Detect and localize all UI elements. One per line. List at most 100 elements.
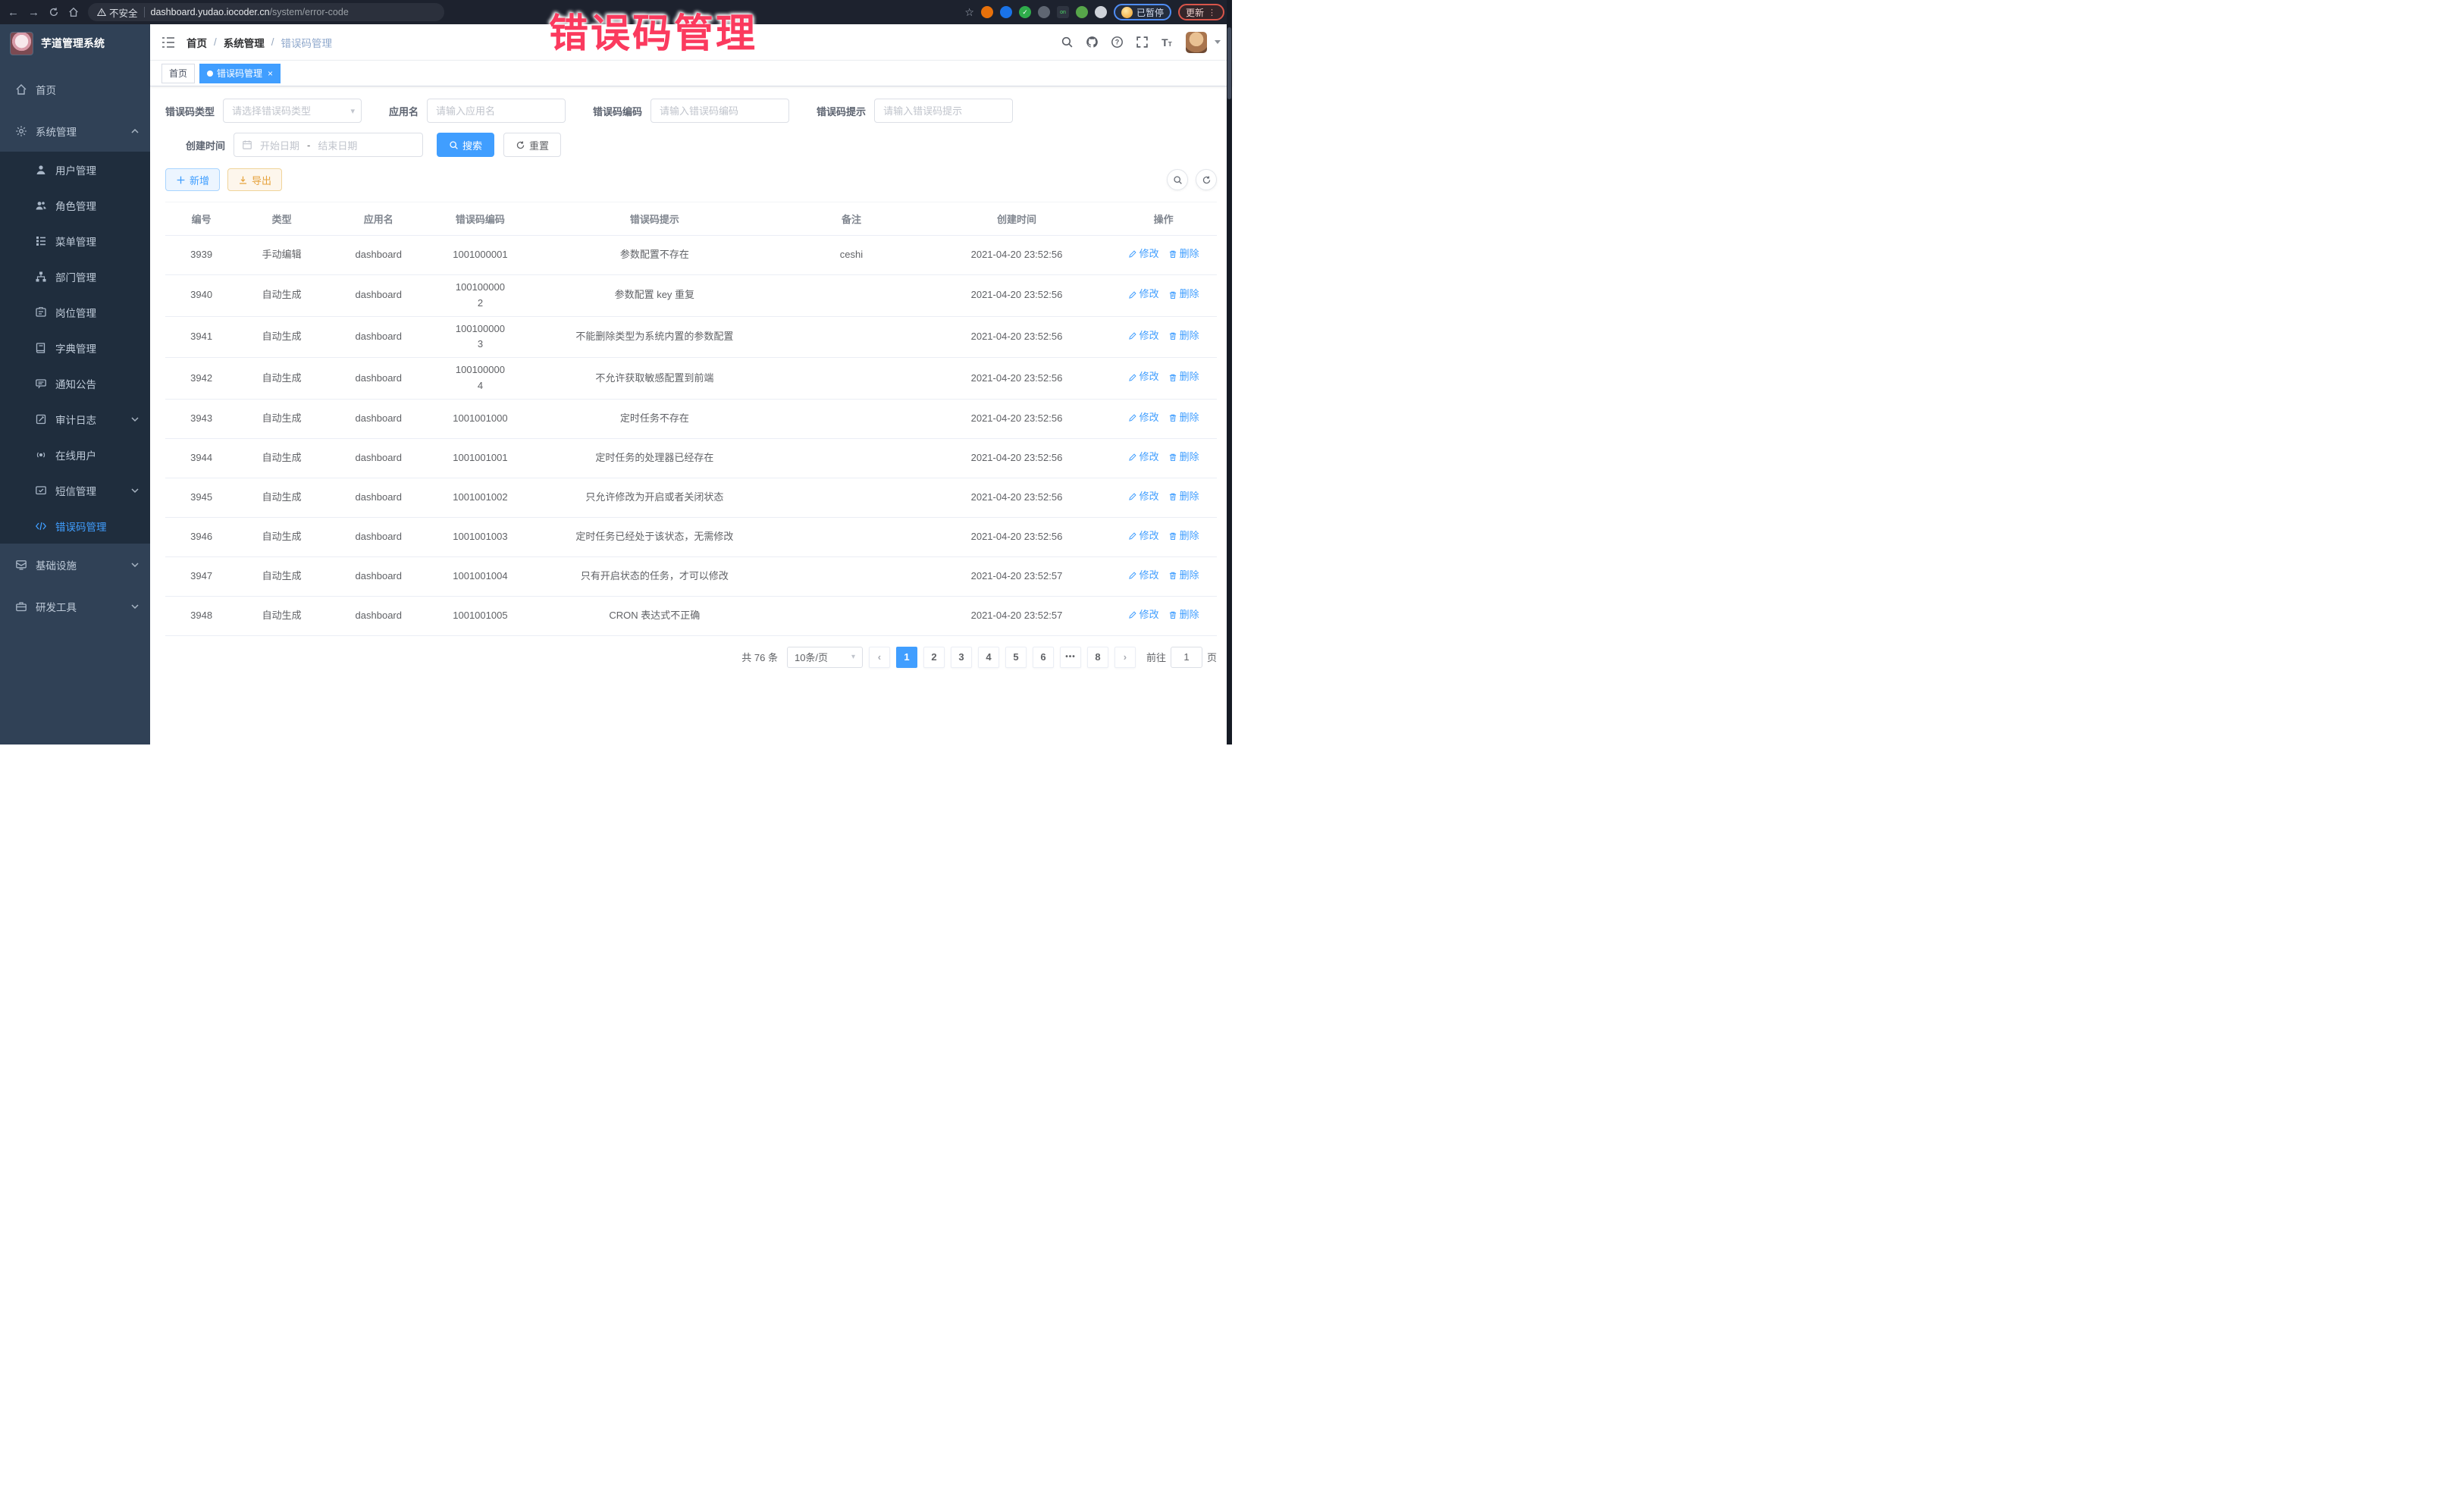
browser-forward-icon[interactable]: → <box>28 7 39 18</box>
sidebar-item-在线用户[interactable]: 在线用户 <box>0 437 150 472</box>
sidebar-item-通知公告[interactable]: 通知公告 <box>0 365 150 401</box>
browser-home-icon[interactable] <box>68 7 79 17</box>
sidebar-item-角色管理[interactable]: 角色管理 <box>0 187 150 223</box>
page-button-3[interactable]: 3 <box>951 647 972 668</box>
page-button-4[interactable]: 4 <box>978 647 999 668</box>
user-avatar[interactable] <box>1186 32 1207 53</box>
extension-icon[interactable] <box>981 6 993 18</box>
delete-link[interactable]: 删除 <box>1168 287 1199 303</box>
edit-link[interactable]: 修改 <box>1128 287 1159 303</box>
add-button[interactable]: 新增 <box>165 168 220 191</box>
page-button-6[interactable]: 6 <box>1033 647 1054 668</box>
edit-link[interactable]: 修改 <box>1128 568 1159 584</box>
tag-错误码管理[interactable]: 错误码管理× <box>199 64 281 83</box>
edit-link[interactable]: 修改 <box>1128 246 1159 262</box>
sidebar-item-用户管理[interactable]: 用户管理 <box>0 152 150 187</box>
error-type-select[interactable]: ▾ <box>223 99 362 123</box>
profile-paused-badge[interactable]: 已暂停 <box>1114 4 1171 20</box>
tag-首页[interactable]: 首页 <box>161 64 195 83</box>
delete-link[interactable]: 删除 <box>1168 568 1199 584</box>
address-bar[interactable]: 不安全 dashboard.yudao.iocoder.cn/system/er… <box>88 3 444 21</box>
delete-link[interactable]: 删除 <box>1168 246 1199 262</box>
sidebar-item-字典管理[interactable]: 字典管理 <box>0 330 150 365</box>
next-page-button[interactable]: › <box>1114 647 1136 668</box>
github-icon[interactable] <box>1086 36 1099 49</box>
edit-link[interactable]: 修改 <box>1128 489 1159 505</box>
cell-code: 1001000001 <box>431 236 530 275</box>
cell-id: 3939 <box>165 236 237 275</box>
hamburger-icon[interactable] <box>161 36 175 49</box>
extension-icon[interactable]: on <box>1057 6 1069 18</box>
export-button[interactable]: 导出 <box>227 168 282 191</box>
table-row: 3939手动编辑dashboard1001000001参数配置不存在ceshi2… <box>165 236 1217 275</box>
page-button-8[interactable]: 8 <box>1087 647 1108 668</box>
sidebar-item-错误码管理[interactable]: 错误码管理 <box>0 508 150 544</box>
delete-link[interactable]: 删除 <box>1168 369 1199 385</box>
sidebar-item-部门管理[interactable]: 部门管理 <box>0 259 150 294</box>
browser-scrollbar[interactable] <box>1227 0 1232 744</box>
sidebar-item-系统管理[interactable]: 系统管理 <box>0 110 150 152</box>
date-range-picker[interactable]: 开始日期 - 结束日期 <box>234 133 423 157</box>
error-hint-input[interactable] <box>874 99 1013 123</box>
puzzle-extensions-icon[interactable] <box>1095 6 1107 18</box>
font-size-icon[interactable]: TT <box>1161 36 1174 49</box>
reset-button[interactable]: 重置 <box>503 133 561 157</box>
search-button[interactable]: 搜索 <box>437 133 494 157</box>
extension-icon[interactable] <box>1038 6 1050 18</box>
not-secure-warning[interactable]: 不安全 <box>97 5 138 20</box>
error-code-input[interactable] <box>650 99 789 123</box>
edit-link[interactable]: 修改 <box>1128 450 1159 466</box>
browser-reload-icon[interactable] <box>49 7 59 17</box>
page-size-select[interactable]: 10条/页 ▾ <box>787 647 863 668</box>
close-icon[interactable]: × <box>268 69 273 78</box>
sidebar-item-基础设施[interactable]: 基础设施 <box>0 544 150 585</box>
avatar-dropdown-caret-icon[interactable] <box>1215 40 1221 44</box>
error-code-table: 编号类型应用名错误码编码错误码提示备注创建时间操作 3939手动编辑dashbo… <box>165 202 1217 636</box>
prev-page-button[interactable]: ‹ <box>869 647 890 668</box>
cell-time: 2021-04-20 23:52:56 <box>923 236 1111 275</box>
delete-link[interactable]: 删除 <box>1168 450 1199 466</box>
edit-link[interactable]: 修改 <box>1128 410 1159 426</box>
bookmark-star-icon[interactable]: ☆ <box>964 6 974 19</box>
help-icon[interactable]: ? <box>1111 36 1124 49</box>
sidebar-item-短信管理[interactable]: 短信管理 <box>0 472 150 508</box>
edit-link[interactable]: 修改 <box>1128 328 1159 344</box>
page-ellipsis[interactable]: ••• <box>1060 647 1081 668</box>
sidebar-item-审计日志[interactable]: 审计日志 <box>0 401 150 437</box>
table-row: 3947自动生成dashboard1001001004只有开启状态的任务，才可以… <box>165 556 1217 596</box>
delete-link[interactable]: 删除 <box>1168 607 1199 623</box>
search-icon <box>1173 175 1183 185</box>
delete-link[interactable]: 删除 <box>1168 410 1199 426</box>
start-date-placeholder: 开始日期 <box>260 138 299 152</box>
header-search-icon[interactable] <box>1061 36 1074 49</box>
extension-icon[interactable]: ✓ <box>1019 6 1031 18</box>
delete-link[interactable]: 删除 <box>1168 328 1199 344</box>
extension-icon[interactable] <box>1076 6 1088 18</box>
breadcrumb-home[interactable]: 首页 <box>187 35 207 50</box>
sidebar-logo[interactable]: 芋道管理系统 <box>0 24 150 62</box>
browser-menu-icon[interactable]: ⋮ <box>1208 8 1217 17</box>
sidebar-item-首页[interactable]: 首页 <box>0 68 150 110</box>
fullscreen-icon[interactable] <box>1136 36 1149 49</box>
org-tree-icon <box>35 271 47 283</box>
sidebar-item-研发工具[interactable]: 研发工具 <box>0 585 150 627</box>
browser-update-button[interactable]: 更新 ⋮ <box>1178 4 1224 20</box>
edit-link[interactable]: 修改 <box>1128 369 1159 385</box>
page-button-1[interactable]: 1 <box>896 647 917 668</box>
sidebar-item-菜单管理[interactable]: 菜单管理 <box>0 223 150 259</box>
goto-page-input[interactable] <box>1171 647 1202 668</box>
toggle-search-button[interactable] <box>1167 169 1188 190</box>
page-button-2[interactable]: 2 <box>923 647 945 668</box>
sidebar-item-岗位管理[interactable]: 岗位管理 <box>0 294 150 330</box>
delete-link[interactable]: 删除 <box>1168 528 1199 544</box>
refresh-table-button[interactable] <box>1196 169 1217 190</box>
scrollbar-thumb[interactable] <box>1227 27 1231 99</box>
app-name-input[interactable] <box>427 99 566 123</box>
breadcrumb-system[interactable]: 系统管理 <box>224 35 265 50</box>
delete-link[interactable]: 删除 <box>1168 489 1199 505</box>
edit-link[interactable]: 修改 <box>1128 528 1159 544</box>
edit-link[interactable]: 修改 <box>1128 607 1159 623</box>
browser-back-icon[interactable]: ← <box>8 7 19 18</box>
extension-icon[interactable] <box>1000 6 1012 18</box>
page-button-5[interactable]: 5 <box>1005 647 1027 668</box>
